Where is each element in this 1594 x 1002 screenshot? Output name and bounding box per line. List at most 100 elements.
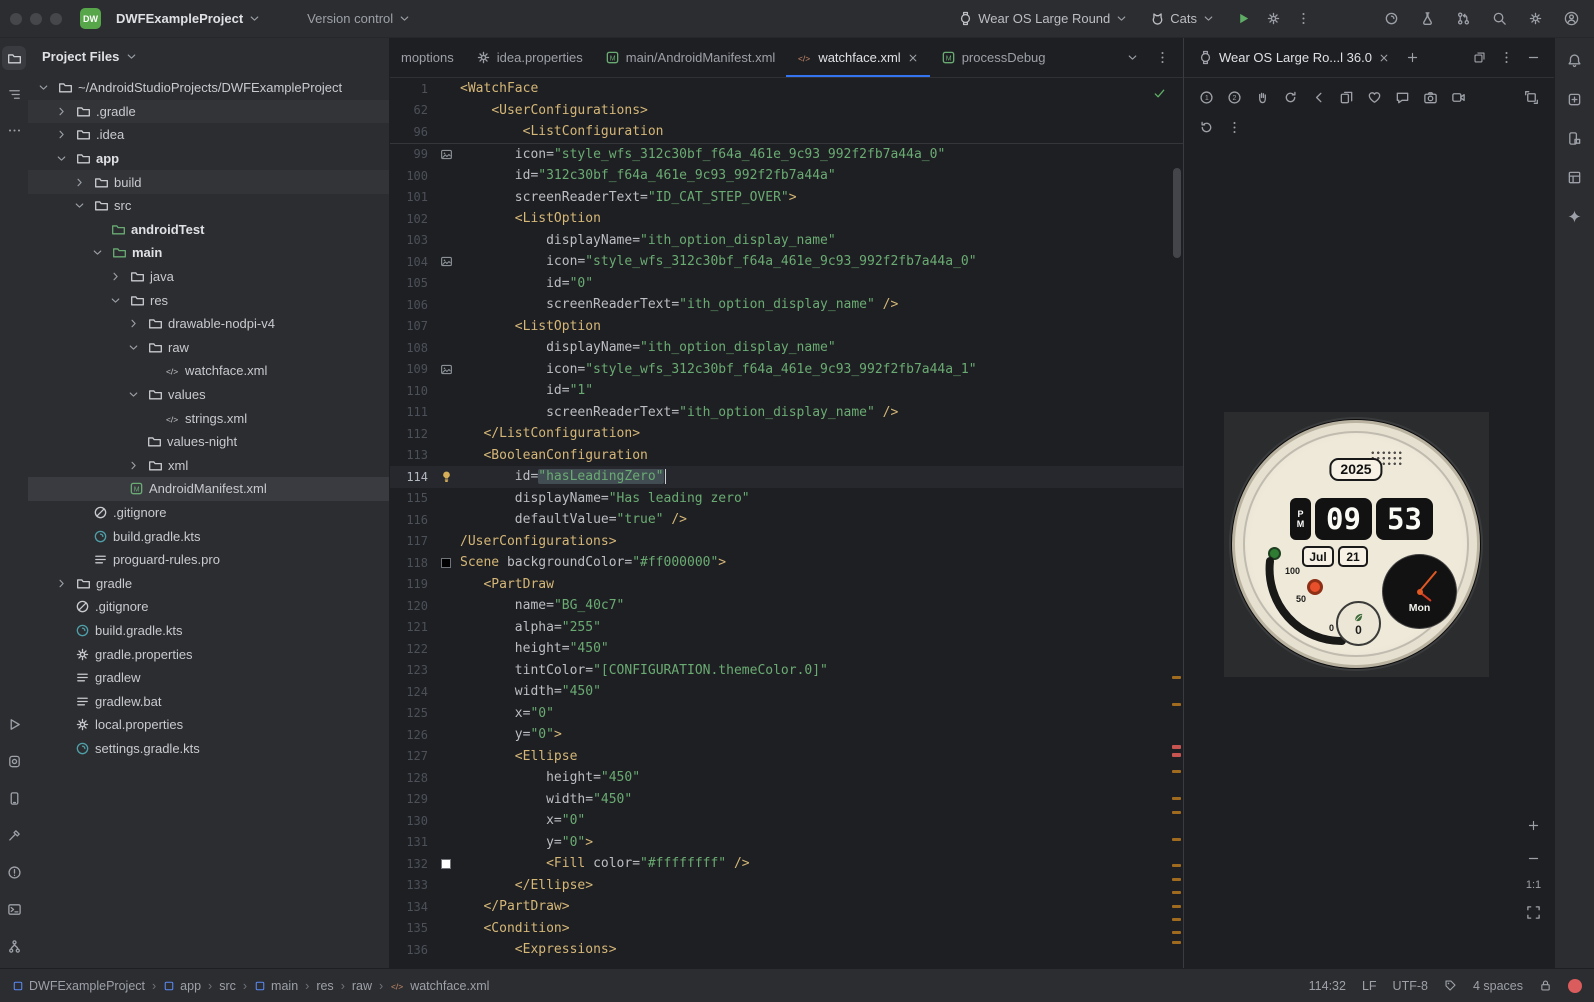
code-line[interactable]: 96 <ListConfiguration	[390, 121, 1183, 143]
message-button[interactable]	[1390, 85, 1415, 109]
tree-item[interactable]: build	[28, 170, 389, 194]
tree-item[interactable]: values	[28, 383, 389, 407]
avatar-button[interactable]	[1558, 6, 1584, 32]
tree-item[interactable]: res	[28, 288, 389, 312]
run-outline-button[interactable]	[2, 712, 26, 736]
tree-item[interactable]: java	[28, 265, 389, 289]
chevron-right-icon[interactable]	[70, 176, 88, 189]
warning-stripe-mark[interactable]	[1172, 864, 1181, 867]
tree-item[interactable]: settings.gradle.kts	[28, 737, 389, 761]
chevron-right-icon[interactable]	[52, 128, 70, 141]
version-control-button[interactable]	[2, 934, 26, 958]
breadcrumb-item[interactable]: DWFExampleProject	[12, 979, 145, 993]
tree-item[interactable]: src	[28, 194, 389, 218]
code-line[interactable]: 130 x="0"	[390, 810, 1183, 832]
error-stripe-mark[interactable]	[1172, 745, 1181, 749]
editor-tab[interactable]: moptions	[390, 38, 465, 77]
tree-item[interactable]: gradle	[28, 571, 389, 595]
button-1-button[interactable]: 1	[1194, 85, 1219, 109]
chevron-down-icon[interactable]	[124, 341, 142, 354]
ai-assistant-button[interactable]	[1414, 6, 1440, 32]
tree-item[interactable]: proguard-rules.pro	[28, 548, 389, 572]
code-line[interactable]: 101 screenReaderText="ID_CAT_STEP_OVER">	[390, 187, 1183, 209]
code-line[interactable]: 119 <PartDraw	[390, 574, 1183, 596]
tree-item[interactable]: main	[28, 241, 389, 265]
close-device-tab-icon[interactable]	[1378, 52, 1390, 64]
warning-stripe-mark[interactable]	[1172, 797, 1181, 800]
version-control-menu[interactable]: Version control	[300, 7, 418, 30]
code-line[interactable]: 108 displayName="ith_option_display_name…	[390, 337, 1183, 359]
device-manager-button[interactable]	[2, 786, 26, 810]
breadcrumb-item[interactable]: res	[316, 979, 333, 993]
layout-inspector-button[interactable]	[1563, 165, 1587, 189]
chevron-right-icon[interactable]	[124, 317, 142, 330]
code-line[interactable]: 105 id="0"	[390, 273, 1183, 295]
plus-button[interactable]	[1400, 46, 1425, 70]
app-switch-button[interactable]	[1334, 85, 1359, 109]
back-button[interactable]	[1306, 85, 1331, 109]
color-swatch-black[interactable]	[441, 557, 451, 568]
code-line[interactable]: 110 id="1"	[390, 380, 1183, 402]
reset-button[interactable]	[1194, 115, 1219, 139]
warning-stripe-mark[interactable]	[1172, 878, 1181, 881]
more-v-button[interactable]	[1290, 6, 1316, 32]
running-devices-button[interactable]	[2, 749, 26, 773]
minimize-button[interactable]	[1521, 46, 1546, 70]
editor-tab[interactable]: </> watchface.xml	[786, 38, 930, 77]
indent-indicator[interactable]: 4 spaces	[1473, 979, 1523, 993]
scrollbar-thumb[interactable]	[1173, 168, 1181, 258]
warning-stripe-mark[interactable]	[1172, 676, 1181, 679]
color-swatch-white[interactable]	[441, 858, 451, 869]
chevron-right-icon[interactable]	[124, 459, 142, 472]
editor-tab[interactable]: idea.properties	[465, 38, 594, 77]
breadcrumb-item[interactable]: main	[254, 979, 298, 993]
close-tab-icon[interactable]	[907, 52, 919, 64]
heart-button[interactable]	[1362, 85, 1387, 109]
code-line[interactable]: 123 tintColor="[CONFIGURATION.themeColor…	[390, 660, 1183, 682]
code-editor[interactable]: 99 icon="style_wfs_312c30bf_f64a_461e_9c…	[390, 144, 1183, 969]
device-explorer-button[interactable]	[1563, 126, 1587, 150]
snapshot-button[interactable]	[1519, 85, 1544, 109]
code-line[interactable]: 133 </Ellipse>	[390, 875, 1183, 897]
warning-stripe-mark[interactable]	[1172, 941, 1181, 944]
breadcrumb-item[interactable]: src	[219, 979, 236, 993]
tree-item[interactable]: local.properties	[28, 713, 389, 737]
minimize-window-button[interactable]	[30, 12, 42, 25]
breadcrumb-item[interactable]: raw	[352, 979, 372, 993]
tree-item[interactable]: gradle.properties	[28, 642, 389, 666]
notifications-button[interactable]	[1563, 48, 1587, 72]
code-line[interactable]: 134 </PartDraw>	[390, 896, 1183, 918]
code-line[interactable]: 62 <UserConfigurations>	[390, 100, 1183, 122]
build-button[interactable]	[2, 823, 26, 847]
code-line[interactable]: 115 displayName="Has leading zero"	[390, 488, 1183, 510]
code-line[interactable]: 100 id="312c30bf_f64a_461e_9c93_992f2fb7…	[390, 165, 1183, 187]
code-line[interactable]: 131 y="0">	[390, 832, 1183, 854]
editor-tab[interactable]: MprocessDebug	[930, 38, 1057, 77]
zoom-window-button[interactable]	[50, 12, 62, 25]
code-line[interactable]: 117/UserConfigurations>	[390, 531, 1183, 553]
chevron-down-icon[interactable]	[88, 246, 106, 259]
structure-button[interactable]	[2, 82, 26, 106]
code-line[interactable]: 132 <Fill color="#ffffffff" />	[390, 853, 1183, 875]
code-line[interactable]: 103 displayName="ith_option_display_name…	[390, 230, 1183, 252]
code-line[interactable]: 99 icon="style_wfs_312c30bf_f64a_461e_9c…	[390, 144, 1183, 166]
warning-stripe-mark[interactable]	[1172, 905, 1181, 908]
tree-item[interactable]: gradlew	[28, 666, 389, 690]
code-line[interactable]: 126 y="0">	[390, 724, 1183, 746]
camera-button[interactable]	[1418, 85, 1443, 109]
warning-stripe-mark[interactable]	[1172, 770, 1181, 773]
warning-stripe-mark[interactable]	[1172, 918, 1181, 921]
tree-item[interactable]: .gitignore	[28, 501, 389, 525]
palm-button[interactable]	[1250, 85, 1275, 109]
code-line[interactable]: 106 screenReaderText="ith_option_display…	[390, 294, 1183, 316]
zoom-fit-button[interactable]	[1521, 900, 1546, 924]
code-line[interactable]: 109 icon="style_wfs_312c30bf_f64a_461e_9…	[390, 359, 1183, 381]
terminal-button[interactable]	[2, 897, 26, 921]
tree-item[interactable]: </> strings.xml	[28, 406, 389, 430]
zoom-in-button[interactable]	[1521, 813, 1546, 837]
breadcrumb-item[interactable]: </> watchface.xml	[390, 978, 489, 993]
tree-item[interactable]: gradlew.bat	[28, 689, 389, 713]
chevron-down-icon[interactable]	[34, 81, 52, 94]
code-line[interactable]: 118 Scene backgroundColor="#ff000000">	[390, 552, 1183, 574]
chevron-down-icon[interactable]	[70, 199, 88, 212]
